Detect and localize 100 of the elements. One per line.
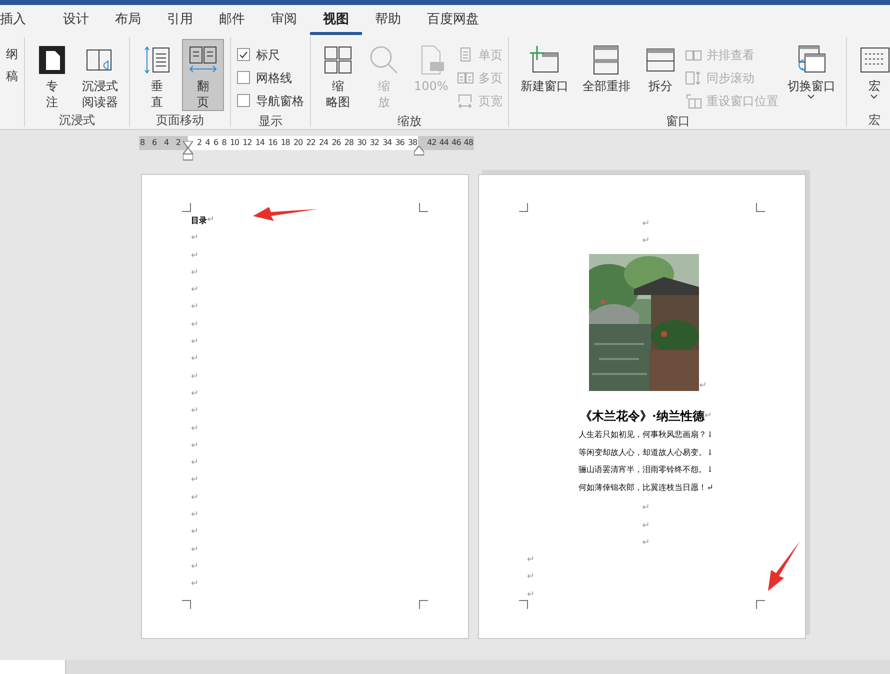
margin-mark	[419, 600, 428, 609]
ruler-number: 46	[452, 137, 461, 149]
paragraph-mark: ↵	[191, 268, 199, 278]
paragraph-mark: ↵	[642, 538, 650, 548]
ribbon-tab[interactable]: 插入	[0, 5, 50, 35]
ruler-number: 2	[197, 137, 202, 149]
ruler-number: 6	[213, 137, 218, 149]
checkbox-label: 标尺	[256, 46, 280, 64]
ruler-number: 32	[370, 137, 379, 149]
paragraph-mark: ↵	[191, 459, 199, 468]
view-button[interactable]: 稿	[6, 65, 18, 87]
group-label: 页面移动	[155, 112, 205, 129]
checkbox[interactable]: 导航窗格	[237, 89, 304, 112]
checkbox[interactable]: 网格线	[237, 66, 304, 89]
margin-mark	[756, 600, 765, 609]
ruler-number: 28	[344, 137, 354, 149]
poem-title: 《木兰花令》·纳兰性德	[580, 408, 704, 425]
ribbon-button[interactable]: 宏	[853, 39, 890, 111]
paragraph-mark: ↵	[191, 580, 199, 590]
ruler-number: 30	[357, 137, 366, 149]
ruler-number: 24	[318, 137, 328, 149]
paragraph-mark: ↵	[191, 303, 199, 312]
ruler-number: 6	[152, 137, 158, 149]
paragraph-mark: ↵	[527, 590, 535, 600]
ribbon-button[interactable]: 翻 页	[182, 39, 224, 111]
checkbox-label: 导航窗格	[256, 92, 304, 110]
heading-text: 目录	[191, 216, 207, 224]
poem-line: 等闲变却故人心，却道故人心易变。↓	[578, 446, 714, 458]
checkbox[interactable]: 标尺	[237, 43, 304, 66]
ruler-number: 14	[255, 137, 264, 149]
ribbon-tab[interactable]: 设计	[50, 5, 102, 35]
ruler-number: 36	[395, 137, 404, 149]
paragraph-mark: ↵	[191, 320, 199, 330]
ruler-number: 10	[230, 137, 239, 149]
ribbon-button[interactable]: 专 注	[31, 39, 73, 111]
document-icon	[36, 44, 68, 76]
ribbon-button[interactable]: 拆分	[639, 39, 682, 111]
ribbon-tab[interactable]: 引用	[154, 5, 206, 35]
poem-line: 何如薄倖锦衣郎，比翼连枝当日愿！↵	[578, 482, 714, 494]
paragraph-mark: ↵	[191, 372, 199, 382]
ribbon-tab[interactable]: 百度网盘	[414, 5, 492, 35]
ruler-number: 26	[332, 137, 341, 149]
ribbon-button[interactable]: 新建窗口	[515, 39, 574, 111]
checkbox-box[interactable]	[237, 48, 250, 61]
paragraph-mark: ↵	[191, 355, 199, 364]
paragraph-mark: ↵	[207, 216, 215, 225]
ruler-number: 2	[176, 137, 181, 149]
checkbox-box[interactable]	[237, 94, 250, 107]
paragraph-mark: ↵	[191, 511, 199, 520]
group-label: 沉浸式	[58, 112, 96, 129]
paragraph-mark: ↵	[642, 522, 650, 531]
paragraph-mark: ↵	[191, 252, 199, 261]
margin-mark	[182, 203, 191, 212]
ruler-number: 4	[205, 137, 210, 149]
paragraph-mark: ↵	[191, 442, 199, 451]
group-label: 窗口	[664, 113, 691, 130]
margin-mark	[519, 600, 528, 609]
ruler-number: 42	[427, 137, 436, 149]
ribbon-tab[interactable]: 帮助	[362, 5, 414, 35]
paragraph-mark: ↵	[191, 546, 199, 555]
group-label: 缩放	[396, 113, 423, 130]
paragraph-mark: ↵	[642, 220, 650, 229]
view-button[interactable]: 纲	[6, 43, 18, 65]
ribbon-tab[interactable]: 审阅	[258, 5, 310, 35]
ribbon-button[interactable]: 缩 略图	[317, 39, 359, 111]
ruler-number: 16	[268, 137, 278, 149]
group-label: 显示	[258, 113, 284, 130]
ruler-number: 4	[164, 137, 170, 149]
paragraph-mark: ↵	[642, 237, 650, 246]
checkbox-label: 网格线	[256, 70, 292, 86]
group-label: 宏	[867, 112, 882, 129]
ribbon-tab[interactable]: 邮件	[206, 5, 258, 35]
paragraph-mark: ↵	[642, 504, 650, 514]
paragraph-mark: ↵	[191, 407, 199, 416]
paragraph-mark: ↵	[527, 573, 535, 582]
magnifier-icon	[368, 44, 400, 76]
ribbon-button[interactable]: 沉浸式 阅读器	[77, 39, 123, 111]
paragraph-mark: ↵	[704, 412, 712, 420]
paragraph-mark: ↵	[191, 286, 199, 296]
ruler-number: 8	[222, 137, 226, 149]
page-width-icon	[457, 92, 474, 108]
ribbon-button[interactable]: 切换窗口	[782, 39, 840, 111]
ruler-number: 44	[439, 137, 448, 149]
reset-windows-icon	[685, 92, 702, 108]
ruler-number: 12	[242, 137, 252, 149]
margin-mark	[756, 203, 765, 212]
ribbon-button[interactable]: 全部重排	[577, 39, 636, 111]
ruler-number: 20	[294, 137, 303, 149]
two-pages-icon	[457, 70, 474, 86]
sync-scroll-icon	[685, 70, 702, 86]
margin-mark	[419, 203, 428, 212]
paragraph-mark: ↵	[527, 556, 535, 566]
ruler-number: 48	[464, 137, 473, 149]
ribbon-tab[interactable]: 布局	[102, 5, 154, 35]
ruler-number: 22	[306, 137, 316, 149]
checkbox-box[interactable]	[237, 71, 250, 84]
paragraph-mark: ↵	[191, 562, 199, 572]
ribbon-button[interactable]: 垂 直	[136, 39, 178, 111]
annotation-arrow	[767, 540, 801, 592]
paragraph-mark: ↵	[191, 494, 199, 503]
